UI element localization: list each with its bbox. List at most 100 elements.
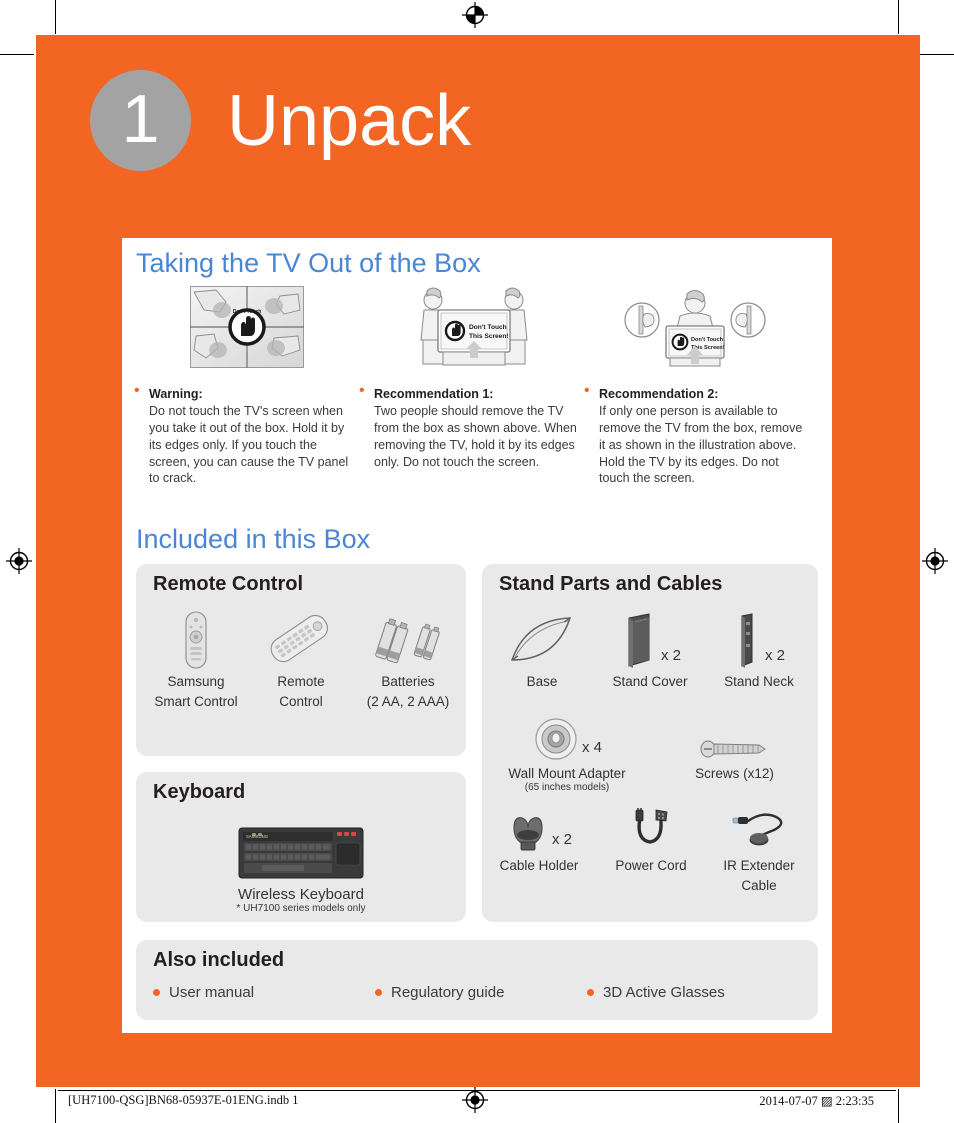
note-heading: Recommendation 2:: [599, 387, 719, 401]
crop-mark-top-left-vertical: [55, 0, 56, 34]
part-ir-extender-cable: IR Extender Cable: [706, 808, 812, 893]
bullet-icon: •: [584, 382, 590, 399]
part-label-line1: Samsung: [167, 674, 225, 689]
section-title-taking-tv-out: Taking the TV Out of the Box: [136, 248, 481, 278]
svg-text:Don't Touch: Don't Touch: [233, 309, 262, 315]
bullet-icon: [587, 989, 594, 996]
footer-timestamp: 2014-07-07 ▨ 2:23:35: [759, 1094, 874, 1108]
crop-mark-top-right-vertical: [898, 0, 899, 34]
part-samsung-smart-control: Samsung Smart Control: [144, 608, 248, 709]
note-recommendation-2: • Recommendation 2: If only one person i…: [582, 382, 807, 487]
stand-neck-icon: x 2: [706, 608, 812, 670]
part-label-ir-extender-line1: IR Extender: [723, 858, 795, 873]
page-title: Unpack: [227, 80, 472, 161]
box-also-included: Also included User manual Regulatory gui…: [136, 940, 818, 1020]
stand-cover-icon: x 2: [594, 608, 706, 670]
crop-mark-top-right-horizontal: [920, 54, 954, 55]
footer-filename: [UH7100-QSG]BN68-05937E-01ENG.indb 1: [68, 1093, 299, 1107]
box-title-stand-parts: Stand Parts and Cables: [499, 573, 723, 595]
footer-divider: [58, 1090, 896, 1091]
batteries-icon: [354, 608, 462, 670]
part-label-power-cord: Power Cord: [615, 858, 687, 873]
part-label-wireless-keyboard: Wireless Keyboard: [238, 886, 364, 903]
registration-mark-left: [6, 548, 32, 574]
part-label-ir-extender-line2: Cable: [741, 877, 777, 893]
standard-remote-icon: [249, 608, 353, 670]
part-cable-holder: x 2 Cable Holder: [482, 808, 596, 874]
part-label-line2: Control: [279, 693, 323, 709]
part-note-wall-mount-adapter: (65 inches models): [524, 781, 610, 793]
cable-holder-icon: x 2: [482, 808, 596, 854]
wall-mount-adapter-icon: x 4: [482, 714, 652, 762]
box-remote-control: Remote Control Samsung Smart Control Rem…: [136, 564, 466, 756]
part-label-wall-mount-adapter: Wall Mount Adapter: [508, 766, 626, 781]
stand-base-icon: [490, 608, 594, 670]
section-title-included-in-box: Included in this Box: [136, 524, 371, 554]
also-item-label: Regulatory guide: [391, 984, 505, 1001]
power-cord-icon: [596, 808, 706, 854]
note-heading: Warning:: [149, 387, 203, 401]
also-item-label: 3D Active Glasses: [603, 984, 725, 1001]
box-title-also-included: Also included: [153, 949, 285, 971]
part-label-stand-cover: Stand Cover: [612, 674, 688, 689]
page-footer: [UH7100-QSG]BN68-05937E-01ENG.indb 1 201…: [0, 1090, 954, 1112]
part-wall-mount-adapter: x 4 Wall Mount Adapter (65 inches models…: [482, 714, 652, 793]
note-heading: Recommendation 1:: [374, 387, 494, 401]
also-item-user-manual: User manual: [153, 984, 375, 1001]
note-body: If only one person is available to remov…: [599, 403, 803, 486]
ir-extender-cable-icon: [706, 808, 812, 854]
registration-mark-top: [462, 2, 488, 28]
part-remote-control: Remote Control: [249, 608, 353, 709]
bullet-icon: •: [134, 382, 140, 399]
part-label-stand-neck: Stand Neck: [724, 674, 794, 689]
box-title-remote-control: Remote Control: [153, 573, 303, 595]
illustration-four-hands-on-screen-grid: Don't Touch: [190, 286, 304, 373]
part-qty-cable-holder: x 2: [551, 831, 572, 848]
registration-mark-right: [922, 548, 948, 574]
screw-icon: [657, 714, 812, 762]
part-label-line2: Smart Control: [154, 693, 238, 709]
also-included-list: User manual Regulatory guide 3D Active G…: [153, 984, 793, 1001]
part-stand-neck: x 2 Stand Neck: [706, 608, 812, 690]
content-panel: Taking the TV Out of the Box Don't Touch…: [122, 238, 832, 1033]
note-body: Do not touch the TV's screen when you ta…: [149, 403, 349, 486]
bullet-icon: [375, 989, 382, 996]
part-stand-cover: x 2 Stand Cover: [594, 608, 706, 690]
part-label-screws: Screws (x12): [695, 766, 774, 781]
note-body: Two people should remove the TV from the…: [374, 403, 577, 469]
part-batteries: Batteries (2 AA, 2 AAA): [354, 608, 462, 709]
also-item-label: User manual: [169, 984, 255, 1001]
notes-row: • Warning: Do not touch the TV's screen …: [132, 382, 832, 487]
illustration-one-person-lifting-tv: Don't Touch This Screen!: [622, 286, 768, 373]
part-label-base: Base: [526, 674, 558, 689]
part-wireless-keyboard: SAMSUNG Wireless Keyboard * UH7100 serie…: [136, 824, 466, 915]
also-item-regulatory-guide: Regulatory guide: [375, 984, 587, 1001]
part-label-line2: (2 AA, 2 AAA): [366, 693, 450, 709]
wireless-keyboard-icon: SAMSUNG: [136, 824, 466, 882]
box-stand-parts-and-cables: Stand Parts and Cables Base x 2 Stand Co…: [482, 564, 818, 922]
part-qty-wall-mount-adapter: x 4: [581, 739, 602, 756]
step-number-badge: 1: [90, 70, 191, 171]
part-screws: Screws (x12): [657, 714, 812, 782]
part-power-cord: Power Cord: [596, 808, 706, 874]
svg-text:SAMSUNG: SAMSUNG: [246, 834, 269, 839]
box-keyboard: Keyboard SAMSUNG Wireless Keyboard * UH7…: [136, 772, 466, 922]
part-base: Base: [490, 608, 594, 690]
illustration-row: Don't Touch Don't Touch This Screen! Don…: [122, 286, 832, 376]
part-label-line1: Batteries: [381, 674, 435, 689]
smart-remote-icon: [144, 608, 248, 670]
crop-mark-top-left-horizontal: [0, 54, 34, 55]
note-warning: • Warning: Do not touch the TV's screen …: [132, 382, 357, 487]
illustration-two-people-lifting-tv: Don't Touch This Screen!: [407, 286, 539, 373]
part-label-cable-holder: Cable Holder: [499, 858, 579, 873]
bullet-icon: [153, 989, 160, 996]
also-item-3d-active-glasses: 3D Active Glasses: [587, 984, 725, 1001]
svg-text:Don't Touch: Don't Touch: [691, 337, 724, 343]
note-recommendation-1: • Recommendation 1: Two people should re…: [357, 382, 582, 487]
part-qty-stand-cover: x 2: [660, 647, 681, 664]
svg-text:Don't Touch: Don't Touch: [469, 324, 507, 331]
bullet-icon: •: [359, 382, 365, 399]
part-qty-stand-neck: x 2: [764, 647, 785, 664]
page-header: 1 Unpack: [90, 70, 471, 171]
box-title-keyboard: Keyboard: [153, 781, 246, 803]
